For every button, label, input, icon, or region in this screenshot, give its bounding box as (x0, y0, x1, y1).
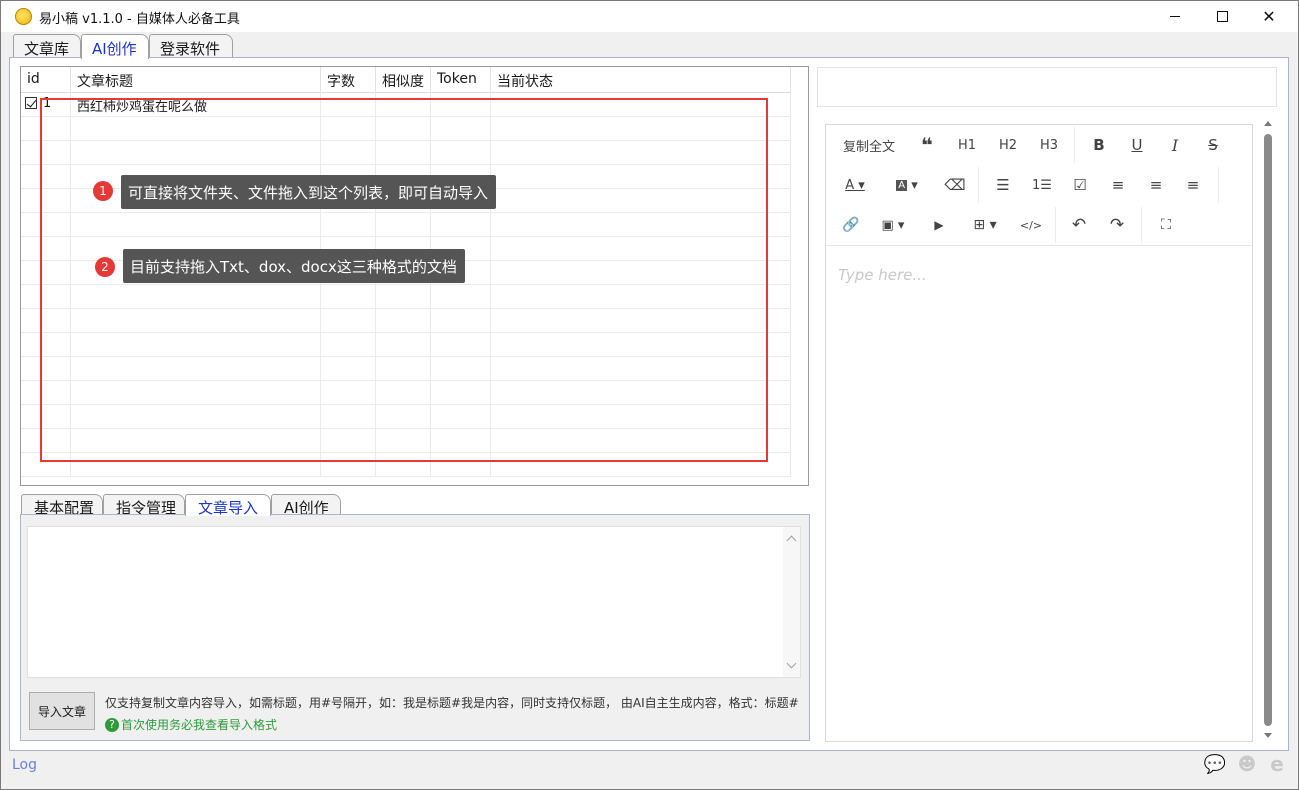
toolbar-separator (1141, 207, 1142, 243)
tab-ai-create[interactable]: AI创作 (81, 34, 149, 59)
align-center-icon[interactable]: ≡ (1141, 170, 1171, 200)
browser-icon[interactable]: e (1266, 752, 1288, 776)
grid-header: id 文章标题 字数 相似度 Token 当前状态 (21, 67, 791, 93)
tab-basic-config[interactable]: 基本配置 (21, 494, 103, 517)
video-icon[interactable]: ▶ (924, 210, 954, 240)
tab-article-library[interactable]: 文章库 (13, 34, 81, 58)
editor-scrollbar[interactable] (1260, 118, 1276, 742)
eraser-icon[interactable]: ⌫ (940, 170, 970, 200)
table-icon[interactable]: ⊞ ▾ (968, 210, 1002, 240)
help-link-label: 首次使用务必我查看导入格式 (121, 718, 278, 732)
numbered-list-icon[interactable]: 1☰ (1027, 170, 1057, 200)
heading1-button[interactable]: H1 (952, 130, 982, 160)
editor-toolbar: 复制全文 ❝ H1 H2 H3 B U I S A ▾ A ▾ ⌫ ☰ 1☰ ☑… (826, 125, 1252, 246)
scroll-up-icon[interactable] (786, 535, 797, 546)
bullet-list-icon[interactable]: ☰ (988, 170, 1018, 200)
maximize-button[interactable] (1199, 1, 1245, 32)
scroll-down-icon[interactable] (1264, 733, 1272, 738)
fullscreen-icon[interactable]: ⛶ (1151, 210, 1181, 240)
minimize-button[interactable] (1152, 1, 1198, 32)
import-format-help-link[interactable]: ? 首次使用务必我查看导入格式 (105, 716, 277, 733)
editor-placeholder[interactable]: Type here... (838, 266, 927, 284)
textarea-scrollbar[interactable] (783, 527, 800, 677)
strikethrough-icon[interactable]: S (1198, 130, 1228, 160)
app-window: 易小稿 v1.1.0 - 自媒体人必备工具 ✕ 文章库 AI创作 登录软件 id… (0, 0, 1299, 790)
col-id[interactable]: id (21, 67, 71, 93)
tab-ai-create-sub[interactable]: AI创作 (271, 494, 341, 517)
tab-command-manage[interactable]: 指令管理 (103, 494, 185, 517)
tab-login-software[interactable]: 登录软件 (149, 34, 233, 58)
col-words[interactable]: 字数 (321, 67, 376, 93)
toolbar-separator (1218, 167, 1219, 203)
tip-drag-import: 可直接将文件夹、文件拖入到这个列表，即可自动导入 (121, 175, 497, 209)
toolbar-separator (978, 167, 979, 203)
bg-color-icon[interactable]: A ▾ (890, 170, 924, 200)
qq-icon[interactable]: ☻ (1236, 753, 1258, 775)
title-input[interactable] (817, 67, 1277, 107)
align-left-icon[interactable]: ≡ (1103, 170, 1133, 200)
col-status[interactable]: 当前状态 (491, 67, 791, 93)
todo-list-icon[interactable]: ☑ (1065, 170, 1095, 200)
rich-text-editor[interactable]: 复制全文 ❝ H1 H2 H3 B U I S A ▾ A ▾ ⌫ ☰ 1☰ ☑… (825, 124, 1253, 742)
align-right-icon[interactable]: ≡ (1178, 170, 1208, 200)
tip-number-badge: 2 (95, 257, 115, 277)
code-icon[interactable]: </> (1016, 210, 1046, 240)
tip-number-badge: 1 (93, 181, 113, 201)
tab-article-import[interactable]: 文章导入 (185, 494, 271, 517)
font-color-icon[interactable]: A ▾ (838, 170, 872, 200)
tip-supported-formats: 目前支持拖入Txt、dox、docx这三种格式的文档 (123, 249, 465, 283)
scrollbar-thumb[interactable] (1264, 134, 1272, 726)
question-icon: ? (105, 717, 119, 732)
close-button[interactable]: ✕ (1246, 1, 1292, 32)
title-bar: 易小稿 v1.1.0 - 自媒体人必备工具 ✕ (1, 1, 1298, 32)
bold-icon[interactable]: B (1084, 130, 1114, 160)
wechat-icon[interactable]: 💬 (1204, 753, 1226, 775)
col-token[interactable]: Token (431, 67, 491, 93)
toolbar-separator (1055, 207, 1056, 243)
row-checkbox[interactable] (25, 97, 37, 109)
redo-icon[interactable]: ↷ (1102, 210, 1132, 240)
heading2-button[interactable]: H2 (993, 130, 1023, 160)
log-link[interactable]: Log (12, 757, 37, 773)
import-article-button[interactable]: 导入文章 (29, 692, 95, 730)
toolbar-separator (1074, 127, 1075, 163)
quote-icon[interactable]: ❝ (912, 130, 942, 160)
import-hint: 仅支持复制文章内容导入，如需标题，用#号隔开，如：我是标题#我是内容，同时支持仅… (105, 696, 799, 710)
undo-icon[interactable]: ↶ (1064, 210, 1094, 240)
underline-icon[interactable]: U (1122, 130, 1152, 160)
image-icon[interactable]: ▣ ▾ (876, 210, 910, 240)
col-similarity[interactable]: 相似度 (376, 67, 431, 93)
link-icon[interactable]: 🔗 (836, 210, 866, 240)
scroll-up-icon[interactable] (1264, 121, 1272, 126)
import-content-textarea[interactable] (27, 526, 801, 678)
window-title: 易小稿 v1.1.0 - 自媒体人必备工具 (39, 12, 240, 27)
italic-icon[interactable]: I (1160, 130, 1190, 160)
scroll-down-icon[interactable] (786, 658, 797, 669)
app-logo-icon (15, 8, 32, 25)
heading3-button[interactable]: H3 (1034, 130, 1064, 160)
col-title[interactable]: 文章标题 (71, 67, 321, 93)
copy-all-button[interactable]: 复制全文 (838, 130, 900, 160)
